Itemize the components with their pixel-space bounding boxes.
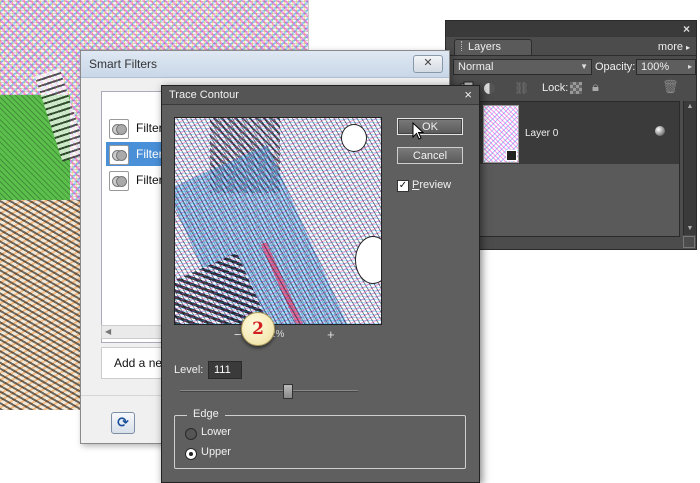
edge-lower-label[interactable]: Lower bbox=[201, 426, 231, 438]
filter-icon bbox=[109, 119, 129, 139]
tab-layers-label: Layers bbox=[468, 41, 502, 53]
level-slider-track[interactable] bbox=[180, 390, 358, 392]
refresh-button[interactable]: ⟳ bbox=[111, 412, 135, 434]
blend-mode-value: Normal bbox=[458, 61, 494, 73]
opacity-field[interactable]: 100% ▸ bbox=[636, 59, 696, 75]
chevron-down-icon: ▼ bbox=[580, 62, 588, 71]
edge-upper-label[interactable]: Upper bbox=[201, 446, 231, 458]
step-callout-badge: 2 bbox=[241, 312, 275, 346]
layer-style-icon[interactable] bbox=[655, 126, 665, 136]
layer-row[interactable]: Layer 0 bbox=[453, 102, 679, 164]
resize-grip-icon[interactable] bbox=[683, 236, 695, 248]
filter-label: Filter bbox=[136, 173, 163, 187]
close-button[interactable]: ✕ bbox=[413, 55, 443, 73]
preview-label-rest: review bbox=[419, 179, 452, 191]
triangle-right-icon: ▸ bbox=[687, 62, 692, 71]
lock-transparency-icon[interactable] bbox=[570, 82, 582, 94]
smart-filters-title: Smart Filters bbox=[89, 57, 158, 71]
filter-preview[interactable] bbox=[174, 117, 382, 325]
smart-object-icon bbox=[506, 150, 517, 161]
zoom-controls: − 2% + bbox=[174, 327, 380, 343]
opacity-label: Opacity: bbox=[595, 61, 636, 73]
level-input[interactable]: 111 bbox=[208, 361, 242, 379]
edge-group: Edge Lower Upper bbox=[174, 408, 466, 469]
lock-label: Lock: bbox=[542, 82, 569, 94]
filter-icon bbox=[109, 171, 129, 191]
tab-divider bbox=[446, 55, 696, 56]
grip-icon bbox=[461, 41, 465, 51]
image-dark-region bbox=[0, 200, 82, 410]
trace-contour-dialog: Trace Contour × − 2% + 2 OK Cancel ✓ Pre… bbox=[161, 85, 480, 483]
close-icon[interactable]: × bbox=[464, 87, 472, 102]
edge-upper-radio[interactable] bbox=[185, 448, 197, 460]
filter-label: Filter bbox=[136, 147, 163, 161]
opacity-value: 100% bbox=[641, 61, 670, 73]
layers-panel-titlebar[interactable]: × bbox=[446, 21, 696, 37]
smart-filters-titlebar[interactable]: Smart Filters ✕ bbox=[81, 51, 449, 78]
lock-icon[interactable]: 🔒︎ bbox=[592, 79, 606, 94]
blend-mode-select[interactable]: Normal ▼ bbox=[453, 59, 592, 75]
dialog-title: Trace Contour bbox=[169, 89, 239, 101]
trace-contour-titlebar[interactable]: Trace Contour × bbox=[162, 86, 479, 105]
trash-icon[interactable]: 🗑︎ bbox=[662, 79, 679, 94]
link-icon[interactable]: ⛓ bbox=[514, 81, 529, 95]
layers-panel: × Layers more ▸ Normal ▼ Opacity: 100% ▸ … bbox=[445, 20, 697, 250]
preview-ellipse bbox=[341, 124, 367, 152]
triangle-right-icon: ▸ bbox=[685, 43, 690, 52]
layers-list: Layer 0 bbox=[452, 101, 680, 237]
level-label: Level: bbox=[174, 364, 204, 376]
layers-scrollbar[interactable]: ▲ ▼ bbox=[683, 101, 696, 235]
close-icon[interactable]: × bbox=[683, 22, 690, 36]
scroll-up-icon[interactable]: ▲ bbox=[684, 101, 696, 113]
edge-group-label: Edge bbox=[187, 408, 225, 420]
layer-name: Layer 0 bbox=[525, 128, 559, 139]
cancel-button[interactable]: Cancel bbox=[397, 147, 463, 164]
more-label: more bbox=[657, 41, 683, 53]
more-button[interactable]: more ▸ bbox=[658, 41, 690, 53]
adjustment-layer-icon[interactable] bbox=[484, 83, 495, 94]
tab-layers[interactable]: Layers bbox=[454, 39, 532, 55]
level-slider-thumb[interactable] bbox=[282, 384, 293, 399]
filter-icon bbox=[109, 145, 129, 165]
scroll-left-icon[interactable]: ◀ bbox=[105, 326, 111, 338]
scroll-down-icon[interactable]: ▼ bbox=[684, 223, 696, 235]
edge-lower-radio[interactable] bbox=[185, 428, 197, 440]
layer-tools-row: ⛓ Lock: 🔒︎ 🗑︎ bbox=[446, 79, 696, 99]
preview-checkbox[interactable]: ✓ bbox=[397, 180, 409, 192]
zoom-in-button[interactable]: + bbox=[327, 327, 335, 342]
ok-button[interactable]: OK bbox=[397, 118, 463, 135]
filter-label: Filter bbox=[136, 121, 163, 135]
preview-label: Preview bbox=[412, 179, 451, 191]
layer-thumbnail bbox=[483, 105, 519, 163]
